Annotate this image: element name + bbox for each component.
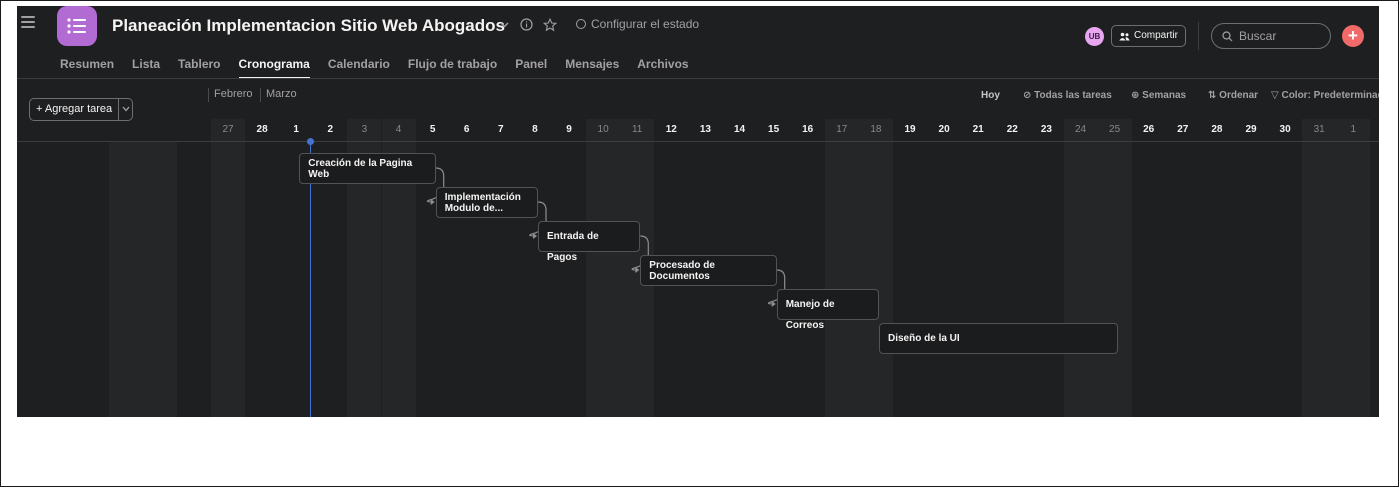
task-bar[interactable]: Procesado de Documentos [640, 255, 777, 286]
dependency-connectors [426, 167, 786, 307]
task-bar[interactable]: Creación de la Pagina Web [299, 153, 436, 184]
task-bar[interactable]: Manejo de Correos [776, 289, 879, 331]
dependency-arrow-icon [635, 267, 640, 273]
task-bar[interactable]: Implementación Modulo de... [435, 187, 538, 218]
screenshot-frame: Planeación Implementacion Sitio Web Abog… [0, 0, 1399, 487]
task-bar[interactable]: Diseño de la UI [879, 323, 1118, 354]
dependency-arrow-icon [771, 301, 776, 307]
task-bar[interactable]: Entrada de Pagos [538, 221, 641, 263]
dependency-arrow-icon [430, 199, 435, 205]
timeline-app: Planeación Implementacion Sitio Web Abog… [17, 6, 1379, 417]
dependency-arrow-icon [533, 233, 537, 239]
